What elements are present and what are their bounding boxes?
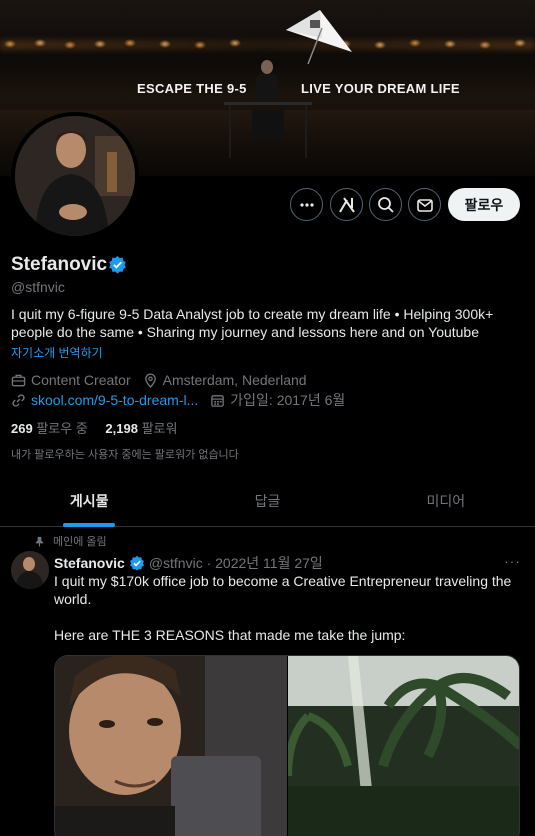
tweet-text: I quit my $170k office job to become a C… [54,573,512,643]
follow-counts: 269 팔로우 중 2,198 팔로워 [11,418,177,437]
profile-bio: I quit my 6-figure 9-5 Data Analyst job … [11,306,494,340]
envelope-icon [416,198,433,212]
tweet-image-1-photo [55,656,287,836]
tab-posts[interactable]: 게시물 [0,476,178,526]
tab-replies[interactable]: 답글 [178,476,356,526]
followers-count: 2,198 [105,421,138,436]
banner-text-left: ESCAPE THE 9-5 [137,81,247,96]
calendar-icon [211,394,225,407]
message-button[interactable] [408,188,441,221]
website-item[interactable]: skool.com/9-5-to-dream-l... [11,392,198,408]
website-link[interactable]: skool.com/9-5-to-dream-l... [31,392,198,408]
profile-tabs: 게시물 답글 미디어 [0,476,535,527]
tweet-more-button[interactable]: ··· [504,553,521,569]
banner-string-lights [0,36,535,52]
following-link[interactable]: 269 팔로우 중 [11,421,88,436]
tweet-image-2[interactable] [287,656,519,836]
translate-bio-link[interactable]: 자기소개 번역하기 [11,344,103,361]
tweet-handle-date[interactable]: @stfnvic · 2022년 11월 27일 [149,553,323,573]
pin-icon [35,536,44,547]
verified-badge-icon [129,555,144,571]
pinned-label: 메인에 올림 [53,536,107,548]
tweet-media[interactable] [54,655,520,836]
search-profile-button[interactable] [369,188,402,221]
location-pin-icon [144,373,156,388]
banner-desk [224,102,312,158]
category-item: Content Creator [11,372,131,388]
location-text: Amsterdam, Nederland [162,372,307,388]
ellipsis-icon [299,202,314,207]
profile-meta-row-1: Content Creator Amsterdam, Nederland [11,372,319,388]
joined-text: 가입일: 2017년 6월 [230,392,346,408]
umbrella-light-icon [286,10,352,65]
banner-text-right: LIVE YOUR DREAM LIFE [301,81,460,96]
followers-link[interactable]: 2,198 팔로워 [105,421,177,436]
more-button[interactable] [290,188,323,221]
tab-media[interactable]: 미디어 [357,476,535,526]
tweet-avatar-photo [11,551,49,589]
category-text: Content Creator [31,372,131,388]
tweet-image-2-photo [287,656,519,836]
tweet-image-1[interactable] [55,656,287,836]
location-item: Amsterdam, Nederland [143,372,307,388]
pinned-indicator: 메인에 올림 [34,533,107,549]
tweet-avatar[interactable] [11,551,49,589]
avatar-photo [15,116,135,236]
profile-meta-row-2: skool.com/9-5-to-dream-l... 가입일: 2017년 6… [11,390,357,410]
no-mutual-followers: 내가 팔로우하는 사용자 중에는 팔로워가 없습니다 [11,449,239,461]
tweet-header: Stefanovic @stfnvic · 2022년 11월 27일 [54,553,323,573]
grok-button[interactable] [330,188,363,221]
joined-item: 가입일: 2017년 6월 [210,390,345,410]
briefcase-icon [11,374,26,386]
following-label: 팔로우 중 [36,421,88,436]
grok-icon [338,196,355,213]
verified-badge-icon [109,255,126,274]
profile-handle: @stfnvic [11,279,65,295]
followers-label: 팔로워 [141,421,178,436]
search-icon [377,196,394,213]
tweet-author[interactable]: Stefanovic [54,555,125,571]
profile-name: Stefanovic [11,254,108,275]
link-icon [12,393,25,407]
follow-button[interactable]: 팔로우 [448,188,520,221]
profile-avatar[interactable] [11,112,139,240]
following-count: 269 [11,421,33,436]
